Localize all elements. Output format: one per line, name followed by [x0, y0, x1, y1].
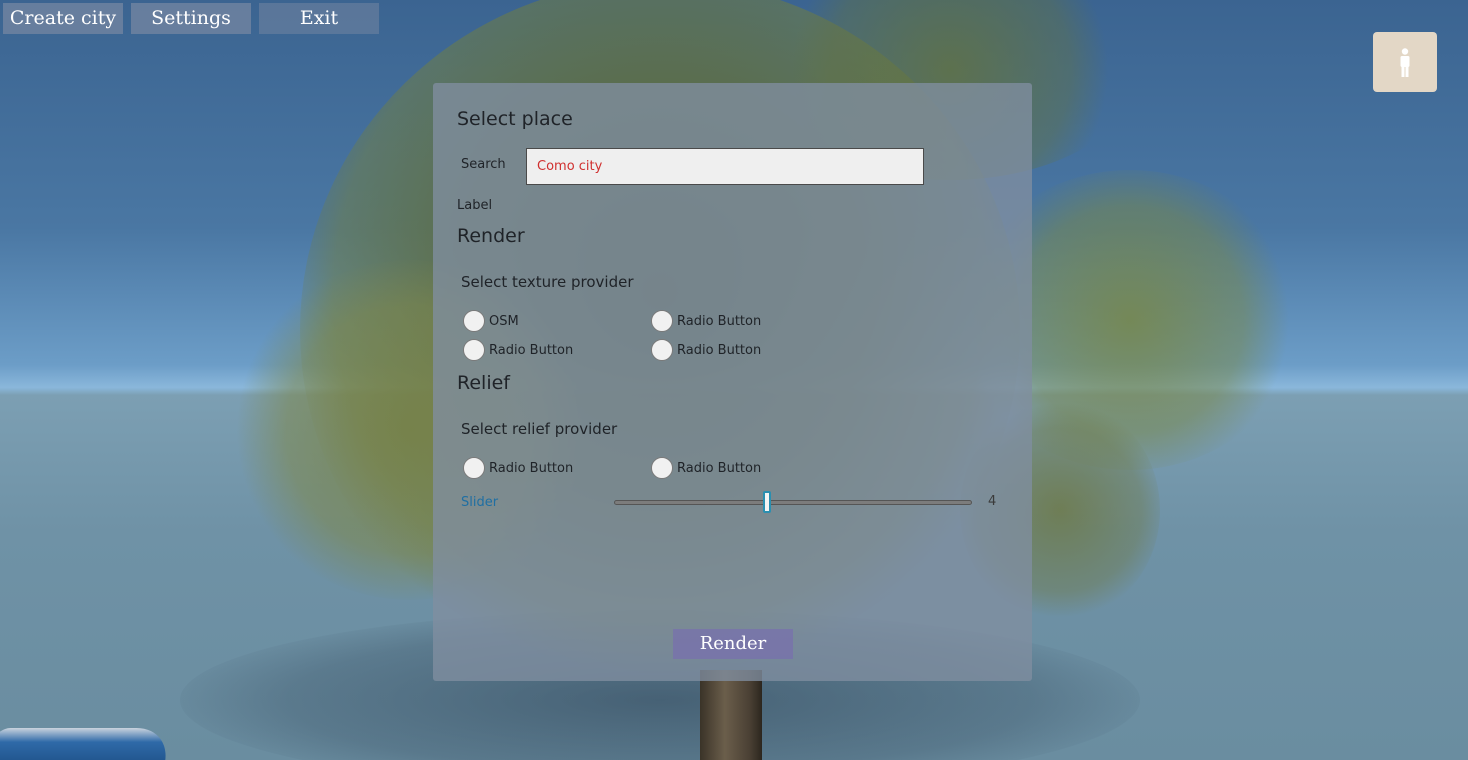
- create-city-button[interactable]: Create city: [3, 3, 123, 34]
- car-model: [0, 728, 177, 760]
- radio-osm[interactable]: [463, 310, 485, 332]
- person-icon: [1400, 48, 1410, 77]
- select-place-title: Select place: [457, 108, 573, 130]
- label-text: Label: [457, 198, 493, 213]
- radio-texture-2[interactable]: [651, 310, 673, 332]
- radio-texture-4[interactable]: [651, 339, 673, 361]
- first-person-button[interactable]: [1373, 32, 1437, 92]
- render-section-title: Render: [457, 225, 525, 247]
- radio-texture-4-label: Radio Button: [677, 343, 762, 358]
- slider-track[interactable]: [614, 500, 972, 505]
- exit-button[interactable]: Exit: [259, 3, 379, 34]
- radio-relief-1[interactable]: [463, 457, 485, 479]
- render-button[interactable]: Render: [673, 629, 793, 659]
- city-settings-panel: Select place Search Como city Label Rend…: [433, 83, 1032, 681]
- tree-trunk: [700, 670, 762, 760]
- radio-relief-1-label: Radio Button: [489, 461, 574, 476]
- slider-value: 4: [988, 494, 997, 509]
- slider-thumb[interactable]: [763, 491, 771, 513]
- radio-relief-2-label: Radio Button: [677, 461, 762, 476]
- search-label: Search: [461, 157, 506, 172]
- radio-texture-3[interactable]: [463, 339, 485, 361]
- radio-texture-2-label: Radio Button: [677, 314, 762, 329]
- slider-label: Slider: [461, 495, 499, 510]
- search-input[interactable]: Como city: [526, 148, 924, 185]
- scene-background: Create city Settings Exit Select place S…: [0, 0, 1468, 760]
- radio-osm-label: OSM: [489, 314, 519, 329]
- texture-provider-label: Select texture provider: [461, 273, 634, 291]
- radio-texture-3-label: Radio Button: [489, 343, 574, 358]
- radio-relief-2[interactable]: [651, 457, 673, 479]
- settings-button[interactable]: Settings: [131, 3, 251, 34]
- relief-provider-label: Select relief provider: [461, 420, 618, 438]
- relief-section-title: Relief: [457, 372, 510, 394]
